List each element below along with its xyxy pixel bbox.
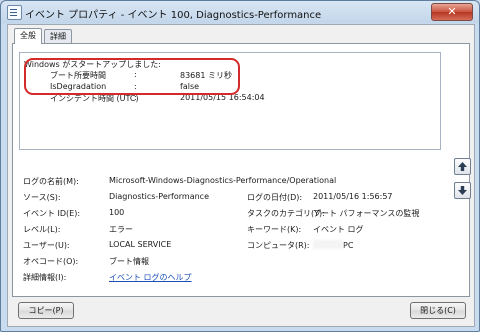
keywords-label: キーワード(K): — [247, 225, 302, 234]
boot-time-value: 83681 ミリ秒 — [180, 71, 232, 80]
arrow-up-icon — [458, 162, 467, 171]
event-id-value[interactable]: 100 — [109, 208, 124, 217]
user-value[interactable]: LOCAL SERVICE — [109, 240, 171, 249]
opcode-value[interactable]: ブート情報 — [109, 256, 149, 267]
close-button[interactable]: 閉じる(C) — [410, 302, 466, 319]
arrow-down-icon — [458, 186, 467, 195]
source-label: ソース(S): — [23, 193, 61, 202]
computer-value-wrap[interactable]: PC — [313, 240, 353, 250]
incident-time-label: インシデント時間 (UTC) — [50, 94, 139, 103]
more-info-label: 詳細情報(I): — [23, 273, 67, 282]
close-icon: ✕ — [447, 5, 457, 18]
redacted-computer-name — [313, 240, 343, 249]
logged-label: ログの日付(D): — [247, 193, 303, 202]
window-close-button[interactable]: ✕ — [431, 3, 473, 21]
log-name-label: ログの名前(M): — [23, 177, 79, 186]
event-log-help-link[interactable]: イベント ログのヘルプ — [109, 272, 192, 283]
isdegradation-colon: : — [134, 82, 137, 91]
boot-time-label: ブート所要時間 — [50, 71, 106, 80]
task-category-value[interactable]: ブート パフォーマンスの監視 — [313, 208, 419, 219]
general-tab-panel: Windows がスタートアップしました: ブート所要時間 : 83681 ミリ… — [12, 43, 471, 297]
user-label: ユーザー(U): — [23, 241, 70, 250]
level-label: レベル(L): — [23, 225, 61, 234]
isdegradation-value: false — [180, 82, 200, 91]
incident-time-colon: : — [134, 93, 137, 102]
log-name-value[interactable]: Microsoft-Windows-Diagnostics-Performanc… — [109, 176, 336, 185]
event-viewer-icon — [7, 5, 22, 20]
keywords-value[interactable]: イベント ログ — [313, 224, 364, 235]
copy-button[interactable]: コピー(P) — [18, 302, 74, 319]
description-heading: Windows がスタートアップしました: — [24, 60, 161, 69]
title-bar[interactable]: イベント プロパティ - イベント 100, Diagnostics-Perfo… — [1, 1, 479, 23]
window-title: イベント プロパティ - イベント 100, Diagnostics-Perfo… — [25, 10, 322, 21]
next-event-button[interactable] — [454, 182, 471, 199]
boot-time-colon: : — [134, 70, 137, 79]
event-description-box[interactable]: Windows がスタートアップしました: ブート所要時間 : 83681 ミリ… — [19, 52, 441, 150]
incident-time-value: 2011/05/15 16:54:04 — [180, 93, 265, 102]
dialog-client: 全般 詳細 Windows がスタートアップしました: ブート所要時間 : 83… — [7, 24, 475, 327]
source-value[interactable]: Diagnostics-Performance — [109, 192, 209, 201]
event-id-label: イベント ID(E): — [23, 209, 81, 218]
computer-label: コンピュータ(R): — [247, 241, 310, 250]
isdegradation-label: IsDegradation — [50, 82, 107, 91]
tab-general[interactable]: 全般 — [14, 28, 42, 44]
computer-value: PC — [343, 241, 354, 250]
logged-value[interactable]: 2011/05/16 1:56:57 — [313, 192, 393, 201]
tab-details[interactable]: 詳細 — [44, 29, 72, 43]
level-value[interactable]: エラー — [109, 224, 133, 235]
opcode-label: オペコード(O): — [23, 257, 79, 266]
event-properties-window: イベント プロパティ - イベント 100, Diagnostics-Perfo… — [0, 0, 480, 332]
previous-event-button[interactable] — [454, 158, 471, 175]
